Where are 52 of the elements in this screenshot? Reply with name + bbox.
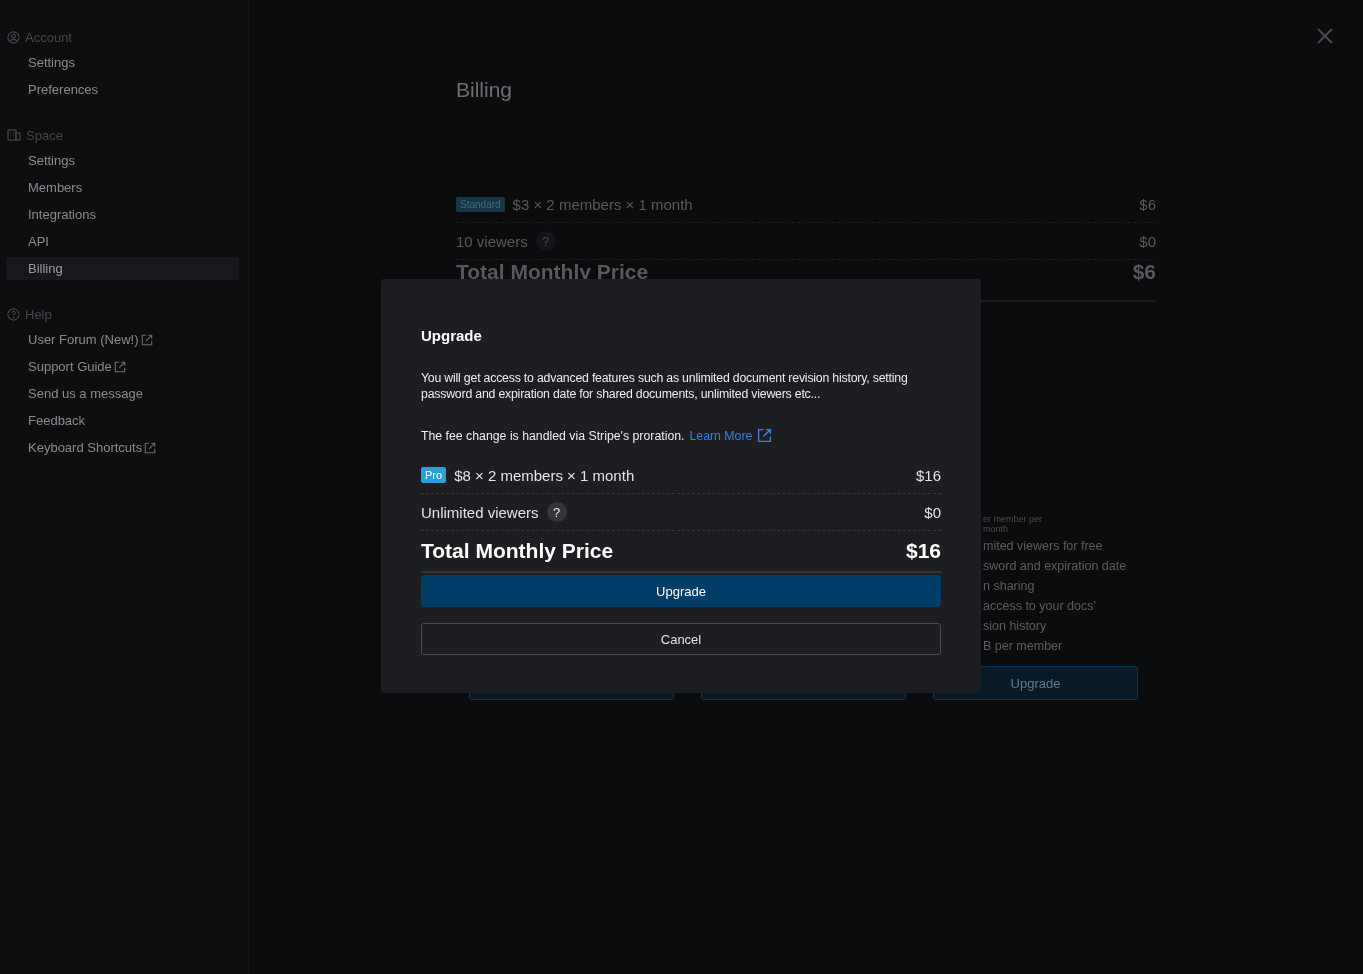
help-icon [7,307,20,321]
close-icon[interactable] [1317,28,1333,44]
external-link-icon [113,360,126,373]
line-item-amount: $0 [924,503,941,521]
proration-note: The fee change is handled via Stripe's proration. [421,428,685,443]
section-heading: Space [26,127,63,143]
feature-text: access to your docs' [983,598,1097,614]
sidebar-item[interactable]: User Forum (New!) [6,328,239,351]
cancel-button[interactable]: Cancel [421,623,941,655]
line-item-label: $3 × 2 members × 1 month [512,195,693,213]
line-item-label: $8 × 2 members × 1 month [454,466,635,484]
sidebar-item[interactable]: Members [6,176,239,199]
feature-text: B per member [983,638,1064,654]
section-heading: Account [25,29,72,45]
dialog-description: You will get access to advanced features such as unlimited document revision history, setting password and expiration date for shared documents, unlimited viewers etc... [421,370,909,402]
external-link-icon [140,333,153,346]
sidebar-item[interactable]: Settings [6,149,239,172]
help-icon[interactable]: ? [546,502,567,522]
building-icon [7,129,21,141]
plan-badge: Pro [421,467,447,483]
total-amount: $6 [1132,260,1156,284]
plan-badge: Standard [456,196,505,212]
sidebar-item[interactable]: Settings [6,51,239,74]
external-link-icon [144,441,157,454]
page-title: Billing [456,78,514,103]
line-item-amount: $6 [1139,195,1156,213]
feature-text: mited viewers for free [983,538,1104,554]
line-item-label: 10 viewers [456,232,528,250]
line-item-amount: $16 [915,466,941,484]
sidebar-item[interactable]: Send us a message [6,382,239,405]
line-item-amount: $0 [1139,232,1156,250]
sidebar-item[interactable]: Feedback [6,409,239,432]
sidebar-item[interactable]: Integrations [6,203,239,226]
sidebar-item[interactable]: Billing [6,257,239,280]
feature-text: sion history [983,618,1048,634]
section-heading: Help [25,306,52,322]
user-icon [7,30,20,44]
feature-text: n sharing [983,578,1036,594]
sidebar-item[interactable]: API [6,230,239,253]
sidebar-item[interactable]: Support Guide [6,355,239,378]
total-label: Total Monthly Price [456,260,649,284]
price-note: month [983,524,1009,534]
sidebar-item[interactable]: Preferences [6,78,239,101]
total-label: Total Monthly Price [421,539,614,563]
upgrade-button[interactable]: Upgrade [421,575,941,607]
external-link-icon [757,428,773,443]
sidebar-item[interactable]: Keyboard Shortcuts [6,436,239,459]
learn-more-link[interactable]: Learn More [689,428,773,443]
total-amount: $16 [905,539,941,563]
dialog-title: Upgrade [421,327,483,344]
line-item-label: Unlimited viewers [421,503,539,521]
feature-text: sword and expiration date [983,558,1128,574]
